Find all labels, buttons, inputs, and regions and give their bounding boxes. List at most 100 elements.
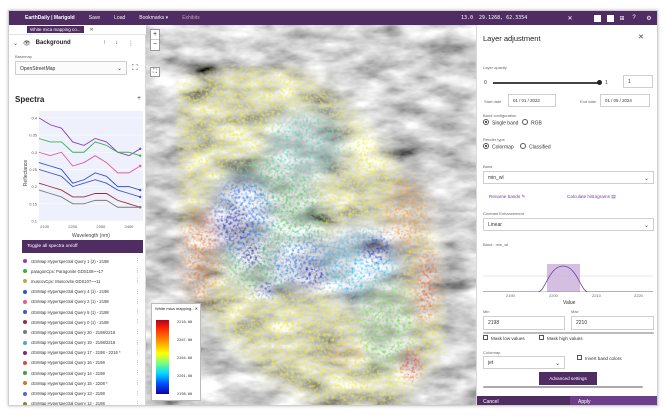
list-item[interactable]: cEnMap Hyperspectral Query 2 (1) - 2198 ⋮ xyxy=(23,297,143,307)
colormap-radio[interactable]: Colormap xyxy=(483,143,514,150)
help-icon[interactable]: ? xyxy=(630,14,638,22)
contrast-select[interactable]: Linear ⌄ xyxy=(483,218,654,231)
contrast-value: Linear xyxy=(488,222,502,228)
more-icon[interactable]: ⋮ xyxy=(135,299,140,305)
list-item[interactable]: cEnMap Hyperspectral Query 1 (2) - 2198 ⋮ xyxy=(23,256,143,266)
series-color-dot xyxy=(23,340,27,345)
tools-icon[interactable]: ✕ xyxy=(566,14,574,22)
arrow-down-icon[interactable]: ↓ xyxy=(115,40,118,46)
more-icon[interactable]: ⋮ xyxy=(135,401,140,405)
close-icon[interactable]: ✕ xyxy=(90,27,94,33)
min-input[interactable]: 2198 xyxy=(483,316,565,330)
layer-tab[interactable]: White mica mapping co... xyxy=(27,26,84,33)
opacity-slider-handle[interactable] xyxy=(597,80,602,85)
layout-icon[interactable] xyxy=(607,15,614,22)
arrow-up-icon[interactable]: ↑ xyxy=(103,40,106,46)
more-icon[interactable]: ⋮ xyxy=(135,370,140,376)
list-item[interactable]: cEnMap Hyperspectral Query 17 - 2198 - 2… xyxy=(23,348,143,358)
add-icon[interactable]: + xyxy=(137,95,141,102)
list-item[interactable]: cEnMap Hyperspectral Query 15 - 2208 * ⋮ xyxy=(23,378,143,388)
list-item[interactable]: paragonCpx: Paragonite GDS108~~17 ⋮ xyxy=(23,266,143,276)
advanced-settings-button[interactable]: Advanced settings xyxy=(539,372,597,385)
zoom-out-button[interactable]: − xyxy=(151,40,159,50)
cancel-button[interactable]: Cancel xyxy=(477,396,570,405)
series-color-dot xyxy=(23,310,27,315)
apply-button[interactable]: Apply xyxy=(570,396,657,405)
menu-save[interactable]: Save xyxy=(89,15,100,21)
more-icon[interactable]: ⋮ xyxy=(135,309,140,315)
list-item[interactable]: cEnMap Hyperspectral Query 4 (1) - 2198 ⋮ xyxy=(23,287,143,297)
radio-unselected xyxy=(522,119,528,125)
more-icon[interactable]: ⋮ xyxy=(135,329,140,335)
lat-lon: 29.1268, 62.3354 xyxy=(479,15,528,21)
close-icon[interactable]: ✕ xyxy=(195,306,198,311)
basemap-select[interactable]: OpenStreetMap ⌄ xyxy=(15,61,127,75)
invert-colors-checkbox[interactable]: Invert band colors xyxy=(577,355,622,361)
max-input[interactable]: 2210 xyxy=(571,316,654,330)
band-select[interactable]: min_wl ⌄ xyxy=(483,171,654,184)
layers-icon[interactable]: ⊞ xyxy=(618,14,626,22)
series-color-dot xyxy=(23,350,27,355)
menu-exhibits[interactable]: Exhibits xyxy=(182,15,200,21)
more-icon[interactable]: ⋮ xyxy=(135,319,140,325)
band-histogram-label: Band : min_wl xyxy=(483,242,509,247)
edit-icon: ✎ xyxy=(521,194,526,199)
more-icon[interactable]: ⋮ xyxy=(135,350,140,356)
single-band-radio[interactable]: Single band xyxy=(483,119,519,127)
colormap-select[interactable]: jet ⌄ xyxy=(483,356,565,369)
settings-icon[interactable]: ⚙ xyxy=(645,14,653,22)
more-icon[interactable]: ⋮ xyxy=(135,289,140,295)
list-item[interactable]: cEnMap Hyperspectral Query 14 - 2198 ⋮ xyxy=(23,368,143,378)
top-bar: EarthDaily | Marigold Save Load Bookmark… xyxy=(9,11,657,25)
list-item[interactable]: cEnMap Hyperspectral Query 19 - 2198/221… xyxy=(23,338,143,348)
query-label: cEnMap Hyperspectral Query 1 (2) - 2198 xyxy=(31,258,109,264)
list-item[interactable]: cEnMap Hyperspectral Query 16 - 2198 ⋮ xyxy=(23,358,143,368)
mask-low-checkbox[interactable]: Mask low values xyxy=(483,335,525,341)
menu-bookmarks[interactable]: Bookmarks ▾ xyxy=(139,15,168,21)
mask-high-checkbox[interactable]: Mask high values xyxy=(539,335,583,341)
more-icon[interactable]: ⋮ xyxy=(135,268,140,274)
classified-radio[interactable]: Classified xyxy=(520,143,551,151)
legend-tick: 2207.00 xyxy=(177,338,193,342)
list-item[interactable]: cEnMap Hyperspectral Query 12 - 2198 ⋮ xyxy=(23,399,143,405)
list-item[interactable]: cEnMap Hyperspectral Query 5 (1) - 2198 ⋮ xyxy=(23,307,143,317)
more-icon[interactable]: ⋮ xyxy=(135,278,140,284)
list-item[interactable]: muscovCpx: Muscovite GDS107~~11 ⋮ xyxy=(23,276,143,286)
histogram-range-selection[interactable] xyxy=(547,264,580,292)
basemap-value: OpenStreetMap xyxy=(20,66,56,72)
list-item[interactable]: cEnMap Hyperspectral Query 0 (1) - 2198 ⋮ xyxy=(23,317,143,327)
rgb-radio[interactable]: RGB xyxy=(522,119,542,126)
opacity-input[interactable]: 1 xyxy=(623,75,653,88)
opacity-slider-track[interactable] xyxy=(493,82,599,84)
chevron-down-icon[interactable]: ⌄ xyxy=(13,40,18,47)
band-histogram[interactable] xyxy=(483,264,653,292)
end-date-input[interactable]: 01 / 05 / 2024 xyxy=(600,94,650,107)
hist-tick: 2220 xyxy=(634,293,643,298)
close-icon[interactable]: ✕ xyxy=(638,33,644,41)
menu-load[interactable]: Load xyxy=(114,15,125,21)
basemap-options-icon[interactable]: ⛶ xyxy=(132,63,138,73)
y-tick-label: 0.3 xyxy=(31,150,37,155)
list-item[interactable]: cEnMap Hyperspectral Query 13 - 2198 ⋮ xyxy=(23,388,143,398)
zoom-in-button[interactable]: + xyxy=(151,30,159,40)
more-icon[interactable]: ⋮ xyxy=(135,340,140,346)
start-date-input[interactable]: 01 / 01 / 2022 xyxy=(508,94,556,107)
single-band-label: Single band xyxy=(492,120,519,127)
list-item[interactable]: cEnMap Hyperspectral Query 20 - 2198/221… xyxy=(23,327,143,337)
more-icon[interactable]: ⋮ xyxy=(135,380,140,386)
panel-scrollbar[interactable] xyxy=(483,386,643,388)
more-icon[interactable]: ⋮ xyxy=(135,391,140,397)
horizontal-scrollbar[interactable] xyxy=(483,332,654,334)
eye-icon[interactable]: 👁 xyxy=(23,40,31,47)
toggle-spectra-button[interactable]: Toggle all spectra on/off xyxy=(22,240,143,253)
classified-label: Classified xyxy=(529,144,551,151)
more-icon[interactable]: ⋮ xyxy=(128,40,134,47)
calculate-histograms-link[interactable]: Calculate histograms ▤ xyxy=(567,194,616,200)
more-icon[interactable]: ⋮ xyxy=(135,258,140,264)
panel-toggle-icon[interactable] xyxy=(594,15,601,22)
rename-bands-link[interactable]: Rename bands ✎ xyxy=(489,194,525,200)
fullscreen-icon[interactable]: ⛶ xyxy=(150,67,160,77)
more-icon[interactable]: ⋮ xyxy=(135,360,140,366)
map-view[interactable]: + − ⛶ White mica mapping... ✕ 2210.00 220… xyxy=(146,25,476,405)
query-label: cEnMap Hyperspectral Query 5 (1) - 2198 xyxy=(31,309,109,315)
